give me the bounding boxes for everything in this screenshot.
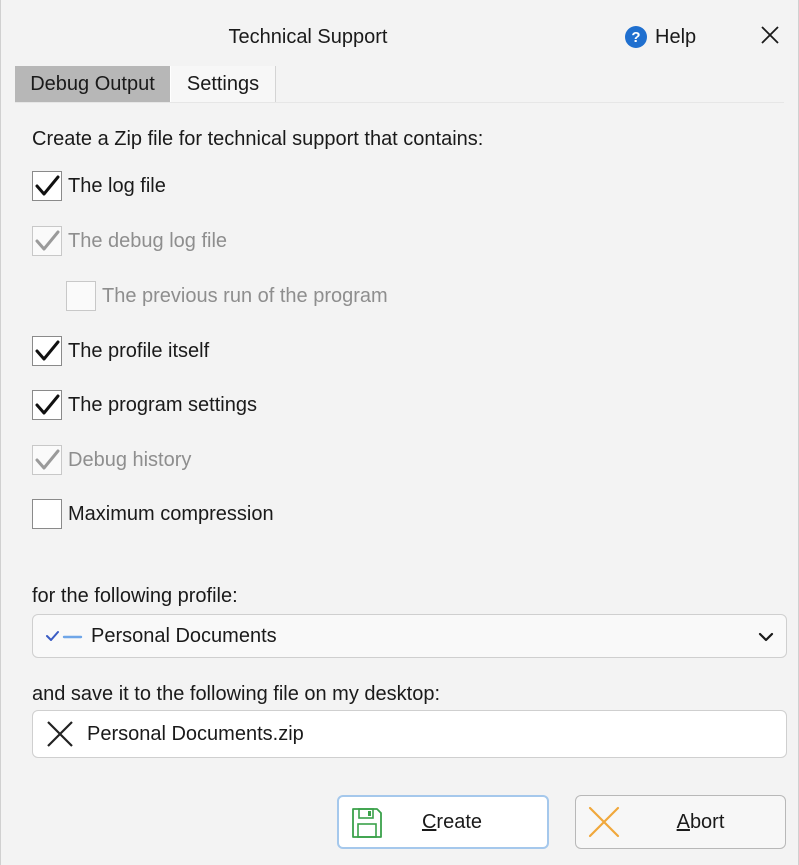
checkmark-icon <box>35 230 60 251</box>
title-bar: Technical Support ? Help <box>1 0 798 66</box>
option-profile-itself[interactable]: The profile itself <box>32 336 209 366</box>
tab-debug-output[interactable]: Debug Output <box>15 66 170 102</box>
tab-bar: Debug Output Settings <box>15 66 276 102</box>
option-label: Maximum compression <box>68 502 274 525</box>
help-button[interactable]: ? Help <box>625 25 696 49</box>
profile-label: for the following profile: <box>32 585 238 607</box>
abort-mnemonic: A <box>676 810 690 833</box>
create-button[interactable]: Create <box>337 795 549 849</box>
abort-button[interactable]: Abort <box>575 795 786 849</box>
create-label: Create <box>357 811 547 834</box>
close-icon <box>761 26 779 44</box>
maximum-compression-checkbox[interactable] <box>32 499 62 529</box>
profile-select-value: Personal Documents <box>91 624 277 647</box>
previous-run-checkbox[interactable] <box>66 281 96 311</box>
profile-itself-checkbox[interactable] <box>32 336 62 366</box>
create-label-rest: reate <box>436 810 483 833</box>
invalid-x-icon <box>47 721 73 747</box>
profile-sync-icon <box>46 631 83 641</box>
option-previous-run[interactable]: The previous run of the program <box>66 281 388 311</box>
option-label: Debug history <box>68 448 192 471</box>
chevron-down-icon <box>758 632 774 642</box>
debug-log-file-checkbox[interactable] <box>32 226 62 256</box>
option-label: The debug log file <box>68 229 228 252</box>
option-maximum-compression[interactable]: Maximum compression <box>32 499 274 529</box>
checkmark-icon <box>35 175 60 196</box>
output-file-name: Personal Documents.zip <box>87 722 304 745</box>
create-mnemonic: C <box>421 810 437 833</box>
debug-history-checkbox[interactable] <box>32 445 62 475</box>
option-label: The profile itself <box>68 339 210 362</box>
option-log-file[interactable]: The log file <box>32 171 166 201</box>
abort-label-rest: bort <box>689 810 725 833</box>
tab-settings[interactable]: Settings <box>170 66 276 102</box>
tab-divider <box>15 102 784 103</box>
help-label: Help <box>655 25 697 48</box>
window-title: Technical Support <box>228 26 388 48</box>
option-debug-history[interactable]: Debug history <box>32 445 191 475</box>
option-label: The log file <box>68 174 166 197</box>
abort-label: Abort <box>616 811 785 834</box>
close-button[interactable] <box>753 18 787 52</box>
checkmark-icon <box>35 449 60 470</box>
option-label: The program settings <box>68 393 257 416</box>
checkmark-icon <box>35 394 60 415</box>
output-file-field[interactable]: Personal Documents.zip <box>32 710 787 758</box>
option-label: The previous run of the program <box>102 284 388 307</box>
checkmark-icon <box>35 340 60 361</box>
program-settings-checkbox[interactable] <box>32 390 62 420</box>
log-file-checkbox[interactable] <box>32 171 62 201</box>
option-debug-log-file[interactable]: The debug log file <box>32 226 227 256</box>
technical-support-dialog: Technical Support ? Help Debug Output Se… <box>0 0 799 865</box>
intro-text: Create a Zip file for technical support … <box>32 128 484 150</box>
profile-select[interactable]: Personal Documents <box>32 614 787 658</box>
tab-label: Settings <box>186 72 260 95</box>
tab-label: Debug Output <box>30 72 155 95</box>
save-label: and save it to the following file on my … <box>32 683 441 705</box>
option-program-settings[interactable]: The program settings <box>32 390 257 420</box>
help-icon: ? <box>625 26 647 48</box>
